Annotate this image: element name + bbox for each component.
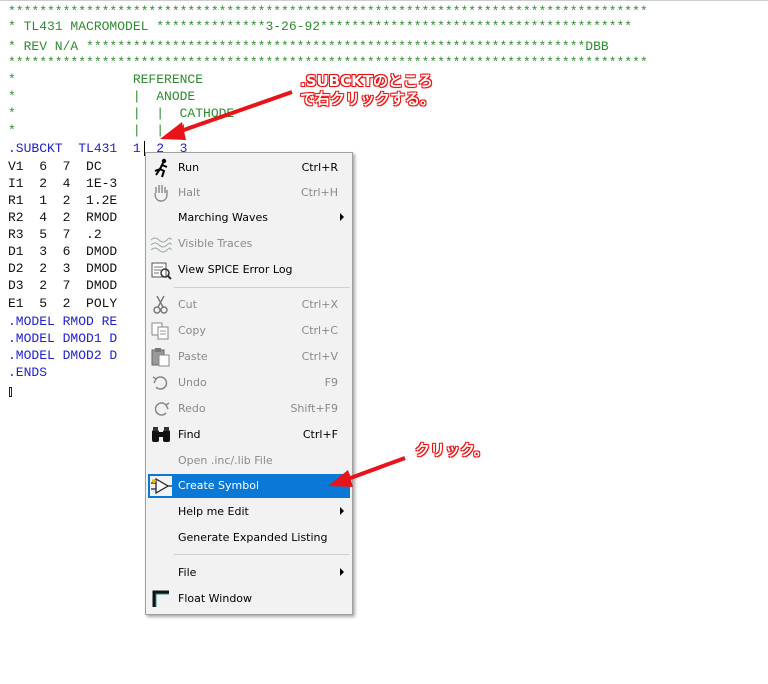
annotation-arrows [160, 90, 406, 487]
annotation-arrow [160, 90, 293, 140]
annotation-arrow [328, 456, 406, 487]
